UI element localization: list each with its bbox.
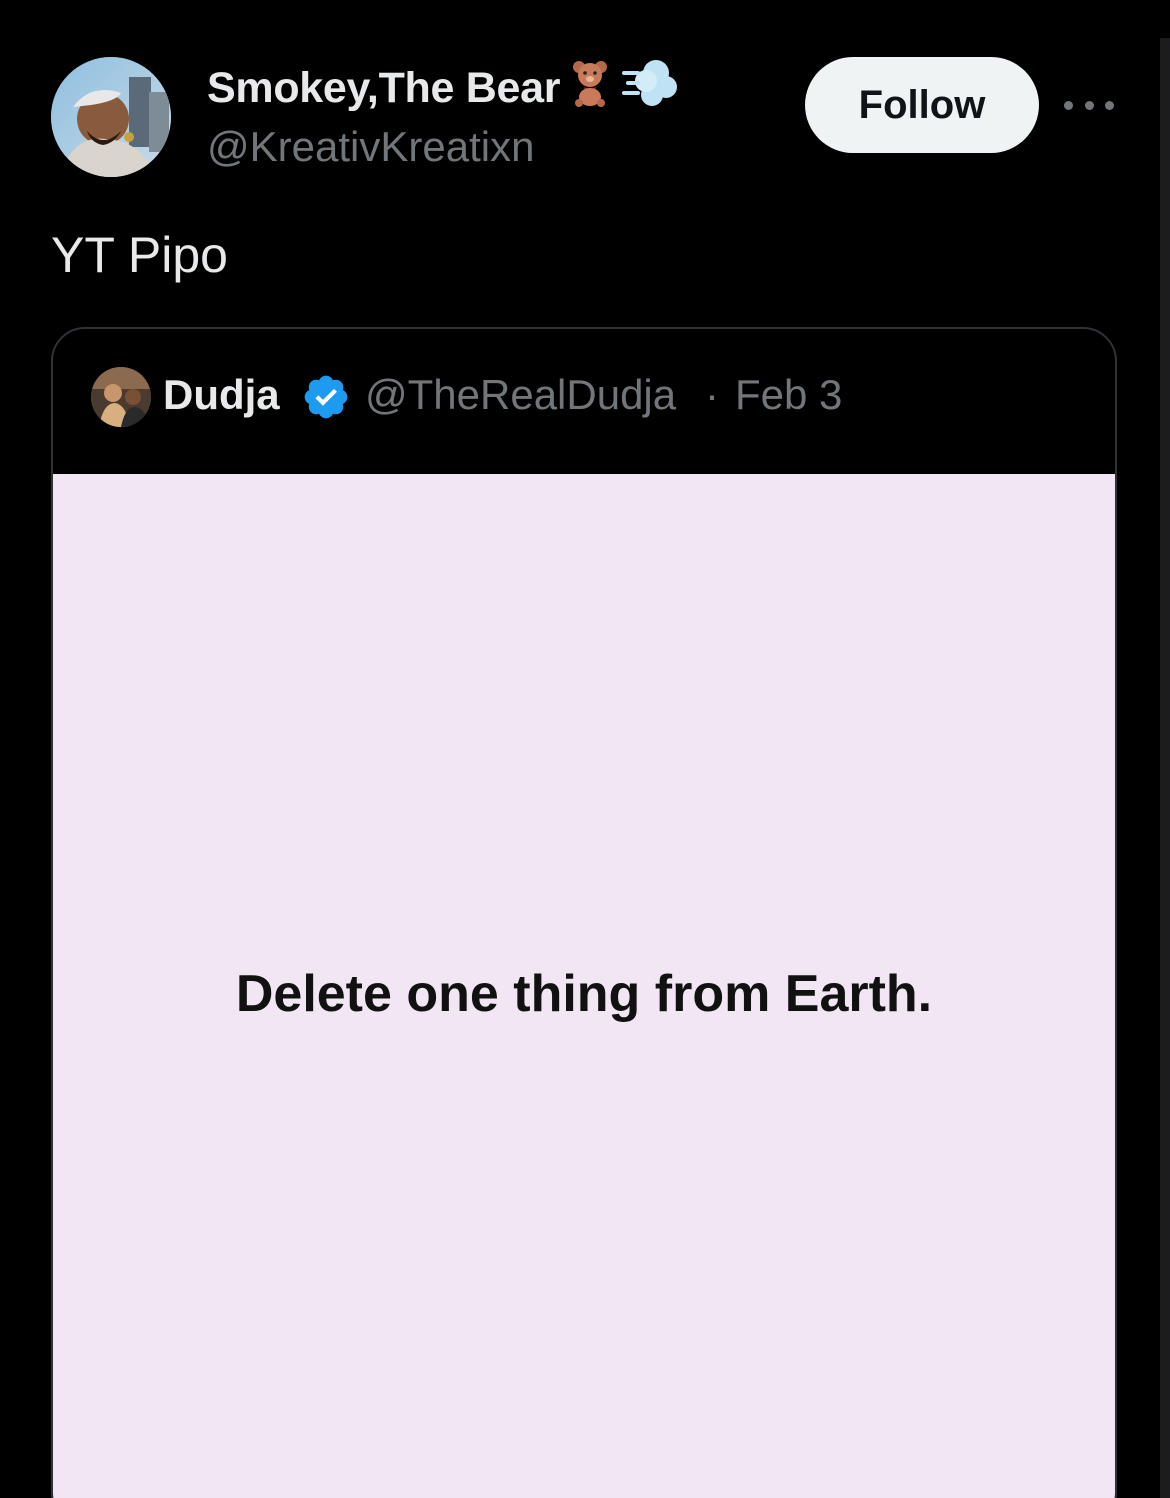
- more-horizontal-icon[interactable]: [1064, 90, 1114, 120]
- author-handle[interactable]: @KreativKreatixn: [207, 123, 534, 171]
- quoted-tweet-media[interactable]: Delete one thing from Earth.: [53, 474, 1115, 1498]
- author-display-name: Smokey,The Bear: [207, 63, 561, 112]
- tweet-text: YT Pipo: [51, 227, 228, 283]
- author-avatar[interactable]: [51, 57, 171, 177]
- quoted-author-handle[interactable]: @TheRealDudja: [365, 371, 676, 419]
- quoted-tweet-header: Dudja @TheRealDudja · Feb 3: [53, 329, 1115, 474]
- avatar-photo: [51, 57, 171, 177]
- teddy-bear-icon: [570, 59, 610, 118]
- quoted-tweet-date[interactable]: Feb 3: [735, 371, 842, 419]
- meta-separator: ·: [705, 371, 719, 418]
- media-caption-text: Delete one thing from Earth.: [235, 965, 933, 1023]
- dashing-away-icon: [620, 57, 678, 120]
- author-name[interactable]: Smokey,The Bear: [207, 59, 678, 114]
- quoted-tweet-card[interactable]: Dudja @TheRealDudja · Feb 3 Delete one t…: [51, 327, 1117, 1498]
- quoted-author-avatar[interactable]: [91, 367, 151, 427]
- quoted-author-name[interactable]: Dudja: [163, 371, 280, 419]
- tweet-detail-page: Smokey,The Bear @KreativKreatixn Follow …: [0, 0, 1170, 1498]
- scrollbar[interactable]: [1160, 38, 1170, 1498]
- quoted-avatar-photo: [91, 367, 151, 427]
- verified-badge-icon: [301, 372, 351, 422]
- follow-button[interactable]: Follow: [805, 57, 1039, 153]
